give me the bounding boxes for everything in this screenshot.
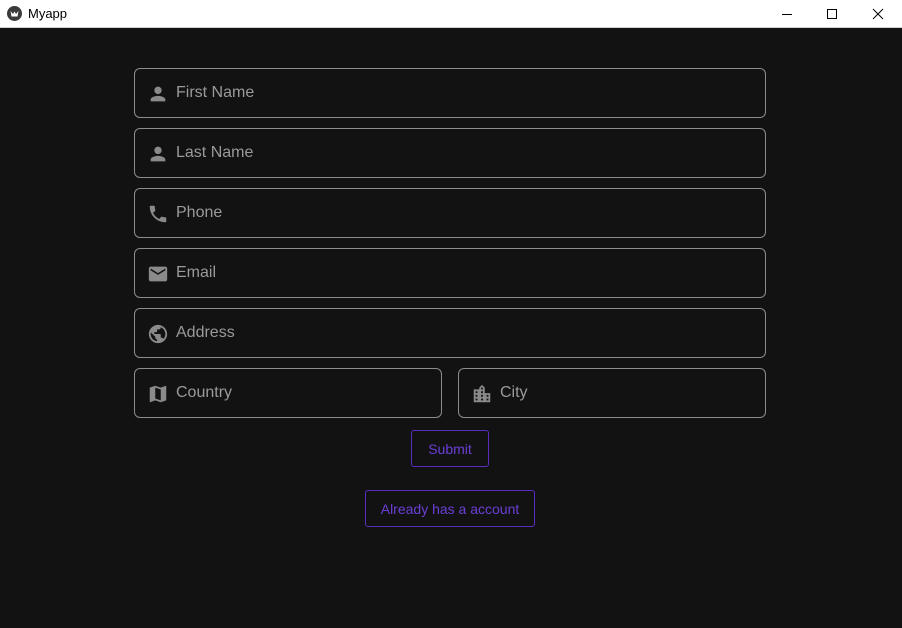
person-icon bbox=[150, 146, 166, 162]
login-link-button[interactable]: Already has a account bbox=[365, 490, 535, 527]
form-container: First Name Last Name Phone Email Address… bbox=[0, 29, 902, 628]
window-title: Myapp bbox=[28, 6, 68, 21]
app-logo-icon bbox=[7, 6, 22, 21]
city-label: City bbox=[500, 384, 528, 401]
country-label: Country bbox=[176, 384, 233, 401]
city-icon bbox=[473, 384, 491, 403]
last-name-label: Last Name bbox=[176, 144, 254, 161]
phone-icon bbox=[149, 205, 167, 223]
maximize-icon bbox=[827, 8, 837, 19]
maximize-button[interactable] bbox=[809, 0, 855, 27]
mail-icon bbox=[148, 266, 168, 282]
submit-button[interactable]: Submit bbox=[411, 430, 489, 467]
last-name-field[interactable]: Last Name bbox=[134, 128, 766, 178]
first-name-field[interactable]: First Name bbox=[134, 68, 766, 118]
phone-label: Phone bbox=[176, 204, 223, 221]
minimize-icon bbox=[782, 13, 792, 15]
address-label: Address bbox=[176, 324, 235, 341]
person-icon bbox=[150, 86, 166, 102]
close-icon bbox=[872, 8, 884, 19]
email-label: Email bbox=[176, 264, 217, 281]
close-button[interactable] bbox=[855, 0, 901, 27]
address-field[interactable]: Address bbox=[134, 308, 766, 358]
first-name-label: First Name bbox=[176, 84, 255, 101]
minimize-button[interactable] bbox=[764, 0, 810, 27]
email-field[interactable]: Email bbox=[134, 248, 766, 298]
city-field[interactable]: City bbox=[458, 368, 766, 418]
map-icon bbox=[149, 385, 167, 403]
country-field[interactable]: Country bbox=[134, 368, 442, 418]
globe-icon bbox=[148, 324, 168, 344]
title-bar: Myapp bbox=[0, 0, 902, 28]
phone-field[interactable]: Phone bbox=[134, 188, 766, 238]
